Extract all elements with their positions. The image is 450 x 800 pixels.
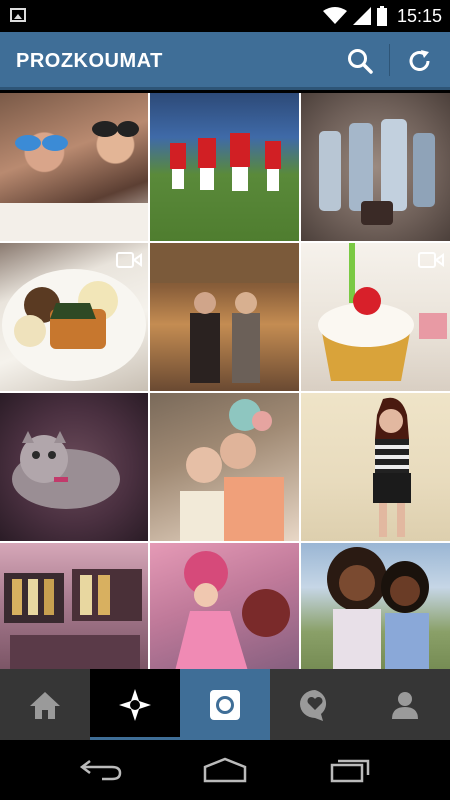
grid-video[interactable] [0, 243, 148, 391]
cat-graphic [12, 431, 120, 509]
explore-grid [0, 93, 450, 669]
battery-icon [376, 6, 387, 26]
video-icon [116, 252, 142, 268]
tab-profile[interactable] [360, 669, 450, 740]
search-icon [348, 49, 373, 74]
explore-icon [119, 688, 151, 721]
recents-icon [330, 759, 370, 783]
grid-photo[interactable] [150, 93, 299, 241]
profile-icon [392, 691, 418, 719]
refresh-icon [409, 50, 430, 71]
signal-icon [352, 7, 371, 25]
system-nav-bar [0, 740, 450, 800]
back-icon [79, 760, 122, 781]
couple-chapel-graphic [150, 243, 299, 383]
two-girls-graphic [327, 547, 429, 669]
gallery-notification-icon [10, 8, 26, 22]
activity-icon [300, 689, 327, 721]
recents-button[interactable] [320, 750, 380, 790]
costumed-figure-graphic [175, 551, 290, 669]
grid-photo[interactable] [150, 243, 299, 391]
grid-photo[interactable] [150, 393, 299, 541]
grid-photo[interactable] [301, 393, 450, 541]
house-outline-icon [203, 757, 247, 783]
home-nav-button[interactable] [195, 750, 255, 790]
selfie-sunglasses-graphic [0, 121, 148, 241]
video-icon [418, 252, 444, 268]
wifi-icon [322, 7, 347, 24]
bottom-tab-bar [0, 669, 450, 740]
tab-activity[interactable] [270, 669, 360, 740]
cosmetics-boxes-graphic [4, 569, 142, 669]
footballers-graphic [170, 133, 281, 191]
clock: 15:15 [396, 5, 442, 26]
woman-striped-dress-graphic [373, 397, 411, 537]
grid-photo[interactable] [0, 393, 148, 541]
home-icon [30, 691, 60, 719]
header-divider [389, 44, 390, 76]
status-bar: 15:15 [0, 0, 450, 32]
hair-products-graphic [319, 119, 435, 225]
refresh-button[interactable] [400, 41, 440, 81]
grid-photo[interactable] [0, 543, 148, 669]
grid-photo[interactable] [301, 93, 450, 241]
tab-camera[interactable] [180, 669, 270, 740]
grid-photo[interactable] [301, 543, 450, 669]
two-women-graphic [180, 399, 284, 541]
grid-video[interactable] [301, 243, 450, 391]
tab-home[interactable] [0, 669, 90, 740]
app-header: PROZKOUMAT [0, 32, 450, 90]
page-title: PROZKOUMAT [16, 50, 163, 72]
grid-photo[interactable] [150, 543, 299, 669]
search-button[interactable] [340, 41, 380, 81]
grid-photo[interactable] [0, 93, 148, 241]
back-button[interactable] [70, 750, 130, 790]
tab-explore[interactable] [90, 669, 180, 740]
camera-icon [210, 689, 240, 720]
